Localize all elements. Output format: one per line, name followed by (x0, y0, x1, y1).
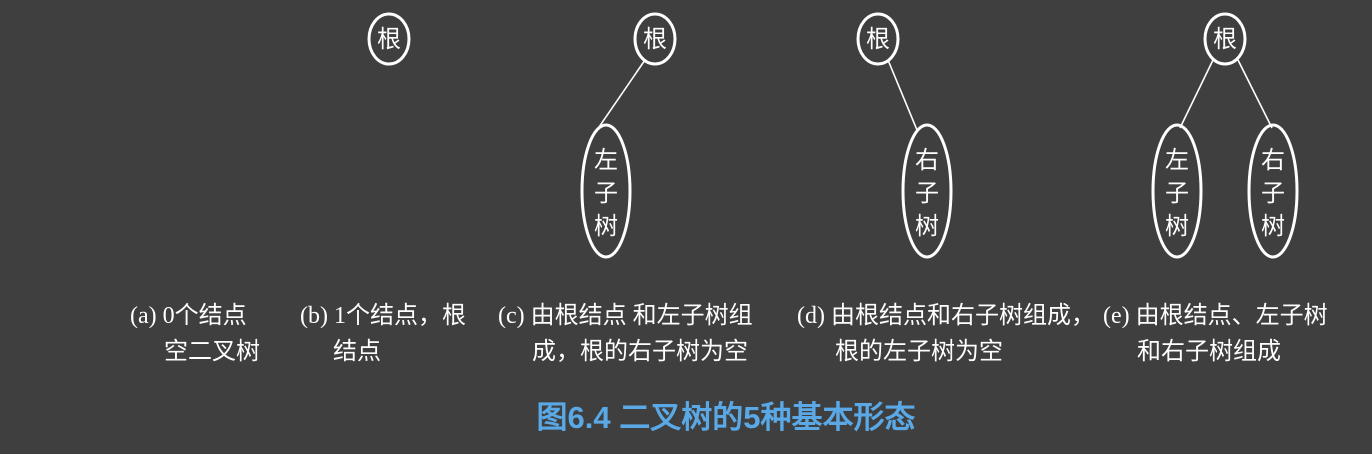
right-subtree-label-d: 树 (915, 212, 939, 240)
edge-e-left (1179, 59, 1214, 129)
figure-title: 图6.4 二叉树的5种基本形态 (536, 400, 916, 435)
left-subtree-label-e: 树 (1165, 212, 1189, 240)
left-subtree-label-c: 子 (594, 179, 618, 207)
left-subtree-label-e: 子 (1165, 179, 1189, 207)
caption-c-line-1: (c) 由根结点 和左子树组 (498, 303, 753, 329)
edge-e-right (1237, 59, 1273, 129)
caption-d: (d) 由根结点和右子树组成， 根的左子树为空 (797, 298, 1095, 370)
caption-e-line-2: 和右子树组成 (1137, 339, 1281, 365)
caption-e: (e) 由根结点、左子树 和右子树组成 (1103, 298, 1328, 370)
caption-b: (b) 1个结点，根 结点 (300, 298, 466, 370)
right-subtree-label-e: 右 (1261, 146, 1285, 174)
right-subtree-label-d: 子 (915, 179, 939, 207)
tree-c: 根 左 子 树 (580, 12, 677, 259)
root-label-c: 根 (643, 25, 667, 53)
tree-e: 根 左 子 树 右 子 树 (1151, 12, 1299, 259)
caption-d-line-1: (d) 由根结点和右子树组成， (797, 303, 1095, 329)
caption-a-line-2: 空二叉树 (164, 339, 260, 365)
caption-a: (a) 0个结点 空二叉树 (130, 298, 260, 370)
right-subtree-label-d: 右 (915, 146, 939, 174)
edge-d-right (887, 59, 918, 131)
caption-b-line-2: 结点 (333, 339, 381, 365)
edge-c-left (596, 59, 646, 131)
caption-d-line-2: 根的左子树为空 (835, 339, 1003, 365)
binary-tree-forms-diagram: 根 根 左 子 树 根 右 子 树 根 左 子 树 右 子 树 (367, 12, 1299, 259)
caption-c: (c) 由根结点 和左子树组 成，根的右子树为空 (498, 298, 753, 370)
root-label-d: 根 (866, 25, 890, 53)
caption-b-line-1: (b) 1个结点，根 (300, 303, 466, 329)
root-label-e: 根 (1213, 25, 1237, 53)
right-subtree-label-e: 子 (1261, 179, 1285, 207)
right-subtree-label-e: 树 (1261, 212, 1285, 240)
left-subtree-label-c: 树 (594, 212, 618, 240)
left-subtree-label-e: 左 (1165, 146, 1189, 174)
caption-a-line-1: (a) 0个结点 (130, 303, 247, 329)
caption-e-line-1: (e) 由根结点、左子树 (1103, 303, 1328, 329)
tree-d: 根 右 子 树 (856, 12, 953, 259)
caption-c-line-2: 成，根的右子树为空 (532, 339, 748, 365)
tree-b: 根 (367, 12, 411, 66)
root-label-b: 根 (377, 25, 401, 53)
left-subtree-label-c: 左 (594, 146, 618, 174)
